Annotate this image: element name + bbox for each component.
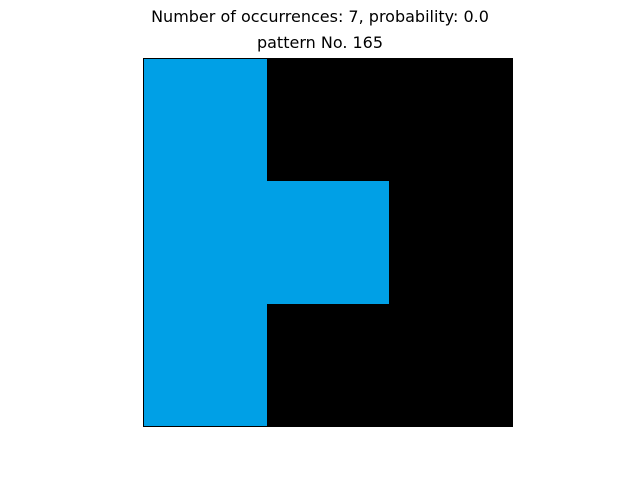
pattern-cell-r1-c0 xyxy=(144,181,267,304)
figure-subtitle: pattern No. 165 xyxy=(256,33,384,52)
figure-title: Number of occurrences: 7, probability: 0… xyxy=(151,7,489,26)
pattern-cell-r0-c2 xyxy=(389,59,512,182)
pattern-cell-r1-c2 xyxy=(389,181,512,304)
pattern-cell-r2-c1 xyxy=(266,303,390,426)
pattern-grid xyxy=(143,58,513,427)
pattern-cell-r0-c1 xyxy=(266,59,390,182)
pattern-cell-r2-c0 xyxy=(144,303,267,426)
pattern-cell-r1-c1 xyxy=(266,181,390,304)
pattern-cell-r2-c2 xyxy=(389,303,512,426)
pattern-cell-r0-c0 xyxy=(144,59,267,182)
